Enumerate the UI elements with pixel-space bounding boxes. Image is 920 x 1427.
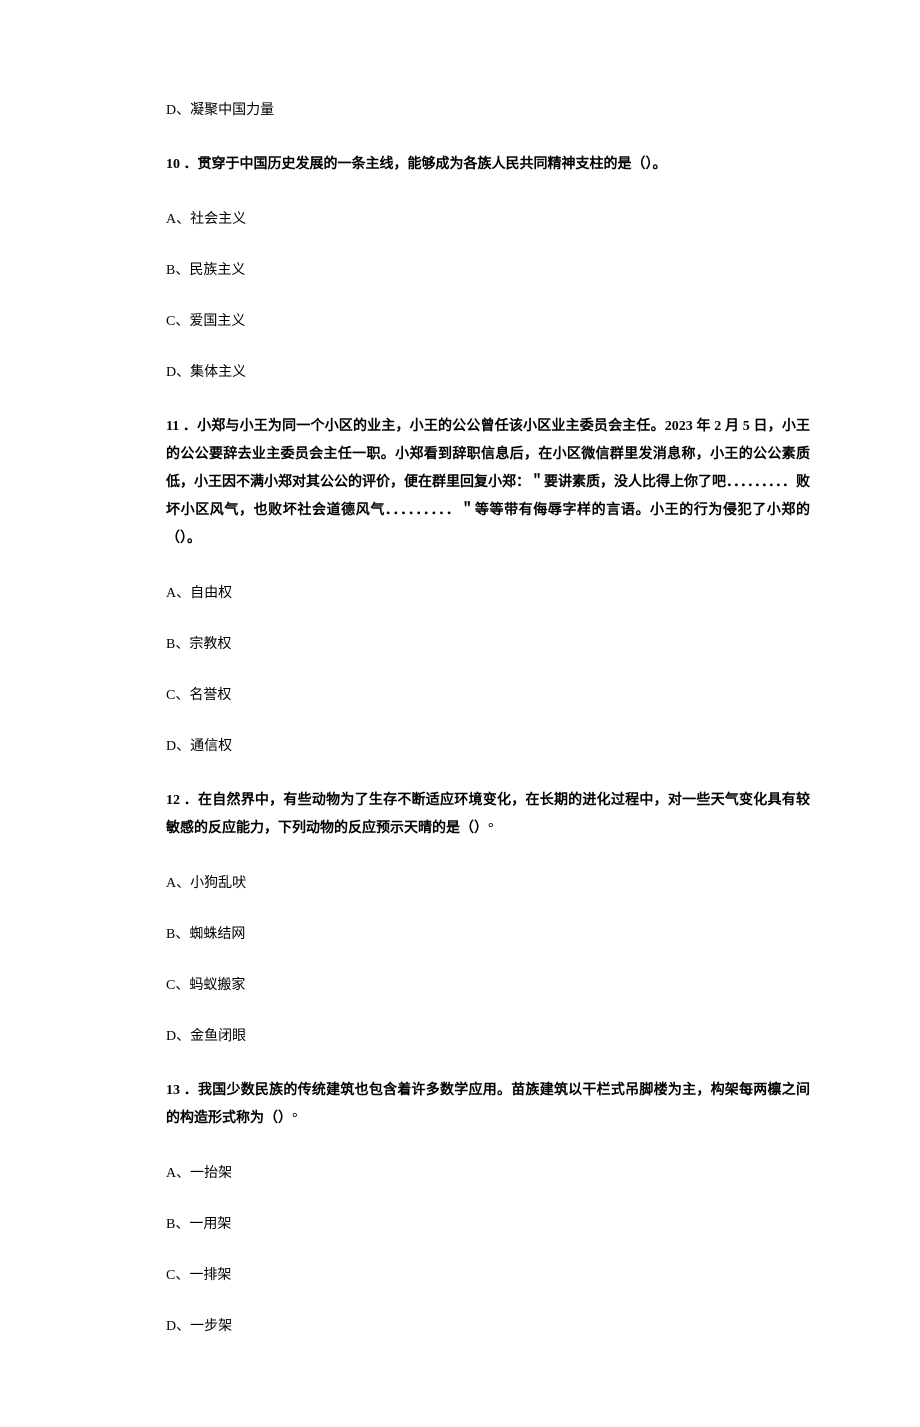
document-page: D、凝聚中国力量 10 ．贯穿于中国历史发展的一条主线，能够成为各族人民共同精神… bbox=[0, 0, 920, 1427]
q13-stem: 13 ．我国少数民族的传统建筑也包含着许多数学应用。苗族建筑以干栏式吊脚楼为主，… bbox=[166, 1077, 810, 1133]
q12-option-d: D、金鱼闭眼 bbox=[166, 1026, 810, 1047]
q12-option-a: A、小狗乱吠 bbox=[166, 873, 810, 894]
q12-option-b: B、蜘蛛结网 bbox=[166, 924, 810, 945]
q11-option-b: B、宗教权 bbox=[166, 634, 810, 655]
q12-number: 12 ．在自然界中，有些动物为了生存不断适应环境变化，在长期的进化过程中，对一些… bbox=[166, 793, 810, 836]
q13-option-a: A、一抬架 bbox=[166, 1163, 810, 1184]
q11-option-c: C、名誉权 bbox=[166, 685, 810, 706]
q10-number: 10 ．贯穿于中国历史发展的一条主线，能够成为各族人民共同精神支柱的是（）。 bbox=[166, 157, 667, 172]
q13-option-c: C、一排架 bbox=[166, 1265, 810, 1286]
q11-option-a: A、自由权 bbox=[166, 583, 810, 604]
q11-number: 11 ．小郑与小王为同一个小区的业主，小王的公公曾任该小区业主委员会主任。202… bbox=[166, 419, 810, 546]
q10-stem: 10 ．贯穿于中国历史发展的一条主线，能够成为各族人民共同精神支柱的是（）。 bbox=[166, 151, 810, 179]
q9-option-d: D、凝聚中国力量 bbox=[166, 100, 810, 121]
q13-option-d: D、一步架 bbox=[166, 1316, 810, 1337]
q10-option-b: B、民族主义 bbox=[166, 260, 810, 281]
q12-stem: 12 ．在自然界中，有些动物为了生存不断适应环境变化，在长期的进化过程中，对一些… bbox=[166, 787, 810, 843]
q10-option-c: C、爱国主义 bbox=[166, 311, 810, 332]
q13-option-b: B、一用架 bbox=[166, 1214, 810, 1235]
q12-option-c: C、蚂蚁搬家 bbox=[166, 975, 810, 996]
q10-option-a: A、社会主义 bbox=[166, 209, 810, 230]
q11-option-d: D、通信权 bbox=[166, 736, 810, 757]
q10-option-d: D、集体主义 bbox=[166, 362, 810, 383]
q13-number: 13 ．我国少数民族的传统建筑也包含着许多数学应用。苗族建筑以干栏式吊脚楼为主，… bbox=[166, 1083, 810, 1126]
q11-stem: 11 ．小郑与小王为同一个小区的业主，小王的公公曾任该小区业主委员会主任。202… bbox=[166, 413, 810, 553]
